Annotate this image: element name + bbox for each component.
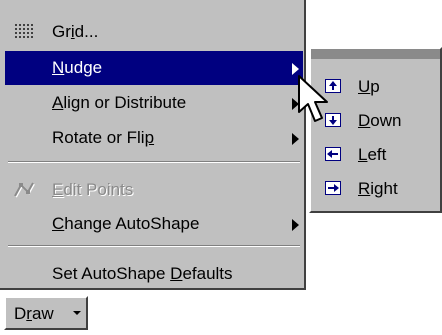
draw-menu: Grid... Nudge Align or Distribute Rotate…: [0, 0, 306, 290]
menu-item-label: Align or Distribute: [52, 93, 187, 112]
submenu-item-up[interactable]: Up: [316, 71, 438, 103]
submenu-arrow-icon: [292, 133, 299, 145]
draw-button-label: Draw: [14, 304, 54, 323]
mouse-pointer-icon: [296, 74, 330, 126]
edit-points-icon: [13, 180, 35, 200]
submenu-header-bar: [311, 49, 440, 59]
menu-item-rotate-or-flip[interactable]: Rotate or Flip: [5, 121, 303, 155]
submenu-item-label: Right: [358, 179, 398, 198]
menu-item-label: Nudge: [52, 58, 103, 77]
submenu-item-label: Down: [358, 111, 402, 130]
nudge-right-icon: [324, 180, 342, 196]
menu-item-nudge[interactable]: Nudge: [5, 51, 303, 85]
menu-item-label: Edit Points: [52, 180, 134, 199]
menu-item-label: Change AutoShape: [52, 214, 200, 233]
menu-item-set-autoshape-defaults[interactable]: Set AutoShape Defaults: [5, 257, 303, 291]
nudge-left-icon: [324, 146, 342, 162]
draw-menu-button[interactable]: Draw: [4, 296, 88, 330]
drawing-toolbar: Draw: [0, 290, 442, 335]
nudge-submenu: Up Down Left Right: [309, 47, 442, 213]
menu-item-edit-points: Edit Points: [5, 173, 303, 207]
menu-item-change-autoshape[interactable]: Change AutoShape: [5, 207, 303, 241]
grid-icon: [13, 22, 35, 42]
menu-item-label: Grid...: [52, 22, 99, 41]
submenu-item-left[interactable]: Left: [316, 139, 438, 171]
submenu-item-down[interactable]: Down: [316, 105, 438, 137]
dropdown-arrow-icon: [73, 311, 81, 315]
submenu-item-label: Up: [358, 77, 380, 96]
submenu-arrow-icon: [292, 219, 299, 231]
menu-separator: [8, 161, 300, 163]
submenu-item-right[interactable]: Right: [316, 173, 438, 205]
menu-item-label: Rotate or Flip: [52, 128, 155, 147]
menu-item-label: Set AutoShape Defaults: [52, 264, 233, 283]
menu-item-grid[interactable]: Grid...: [5, 15, 303, 49]
menu-item-align-or-distribute[interactable]: Align or Distribute: [5, 86, 303, 120]
menu-separator: [8, 245, 300, 247]
submenu-item-label: Left: [358, 145, 387, 164]
